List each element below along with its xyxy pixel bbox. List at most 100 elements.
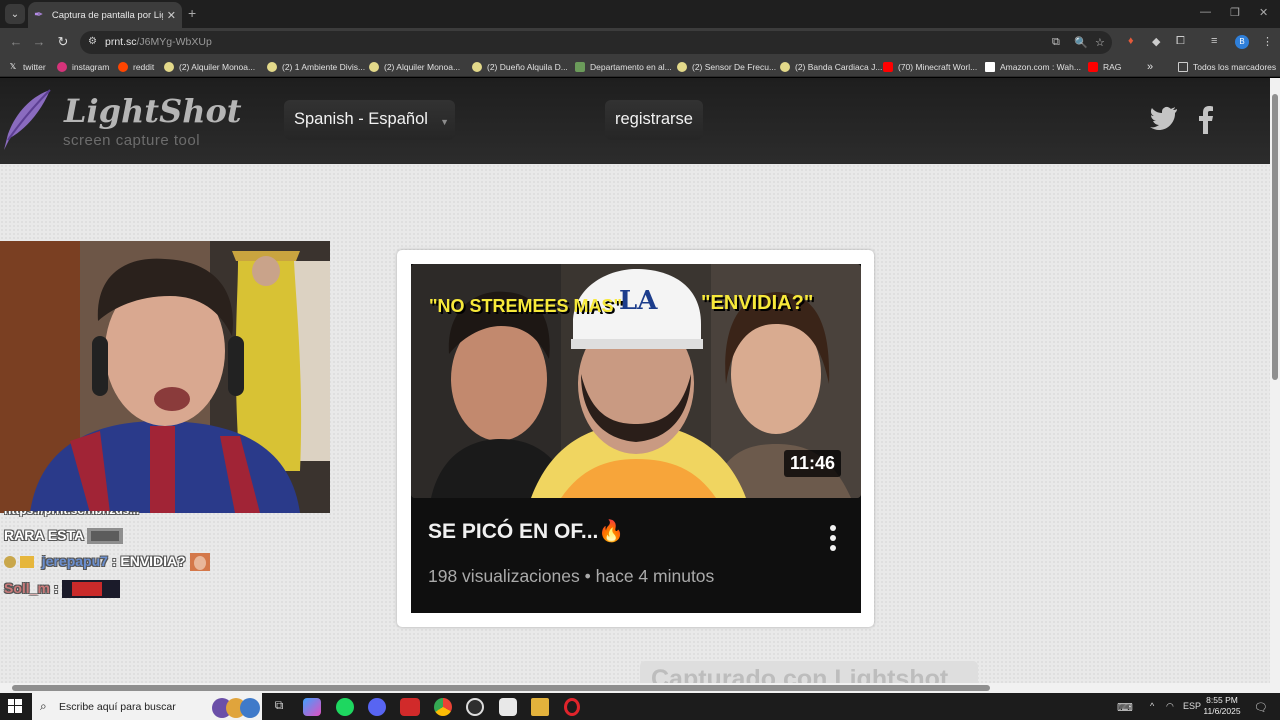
webcam-overlay: [0, 241, 330, 513]
scrollbar-thumb[interactable]: [1272, 94, 1278, 380]
discord-icon[interactable]: [368, 698, 386, 716]
bookmark-alquiler-2[interactable]: (2) Alquiler Monoa...: [369, 60, 460, 74]
windows-start-icon[interactable]: [8, 699, 22, 713]
screenshot-card[interactable]: LA "NO STREMEES MAS" "ENVIDIA?" 11:46 SE…: [397, 250, 874, 627]
taskbar-search[interactable]: ⌕ Escribe aquí para buscar: [32, 693, 262, 720]
crown-badge-icon: [19, 556, 34, 569]
chat-username[interactable]: jerepapu7: [42, 553, 108, 569]
bookmark-sensor[interactable]: (2) Sensor De Frecu...: [677, 60, 776, 74]
chat-message: RARA ESTA: [4, 527, 124, 545]
bookmark-rag[interactable]: RAG: [1088, 60, 1121, 74]
bookmark-banda[interactable]: (2) Banda Cardiaca J...: [780, 60, 882, 74]
url-text[interactable]: prnt.sc/J6MYg-WbXUp: [105, 36, 212, 48]
video-title[interactable]: SE PICÓ EN OF...🔥: [428, 520, 625, 544]
bookmark-amazon[interactable]: Amazon.com : Wah...: [985, 60, 1081, 74]
all-bookmarks[interactable]: Todos los marcadores: [1178, 60, 1276, 74]
new-tab-icon[interactable]: +: [188, 5, 196, 21]
chevron-down-icon: ▼: [440, 117, 449, 127]
logo-subtitle: screen capture tool: [63, 132, 201, 149]
reddit-icon: [118, 62, 128, 72]
bookmark-minecraft[interactable]: (70) Minecraft Worl...: [883, 60, 977, 74]
extension-icon[interactable]: ◆: [1152, 35, 1160, 48]
copilot-icon[interactable]: [303, 698, 321, 716]
language-indicator[interactable]: ESP: [1183, 701, 1201, 711]
file-explorer-icon[interactable]: [531, 698, 549, 716]
system-clock[interactable]: 8:55 PM 11/6/2025: [1200, 695, 1244, 717]
browser-toolbar: ← → ↻ ⚙ prnt.sc/J6MYg-WbXUp ⧉ 🔍 ☆ ♦ ◆ ⧠ …: [0, 28, 1280, 57]
zoom-icon[interactable]: 🔍: [1074, 36, 1088, 49]
minimize-icon[interactable]: —: [1200, 6, 1211, 18]
facebook-icon[interactable]: [1198, 106, 1214, 134]
lightshot-favicon-icon: ✒: [34, 9, 44, 21]
windows-taskbar: ⌕ Escribe aquí para buscar ⧉ ⌨ ^ ◠ ESP 8…: [0, 693, 1280, 720]
register-button[interactable]: registrarse: [605, 100, 703, 140]
language-select[interactable]: Spanish - Español ▼: [284, 100, 455, 140]
tab-strip: ⌄ ✒ Captura de pantalla por Lightsh ✕ + …: [0, 0, 1280, 28]
extensions-puzzle-icon[interactable]: ⧠: [1176, 35, 1185, 48]
extension-fox-icon[interactable]: ♦: [1128, 35, 1134, 47]
marketplace-icon: [267, 62, 277, 72]
clock-time: 8:55 PM: [1206, 695, 1238, 705]
horizontal-scrollbar[interactable]: [0, 683, 1280, 693]
vertical-scrollbar[interactable]: [1270, 78, 1280, 683]
bookmark-instagram[interactable]: instagram: [57, 60, 109, 74]
tray-overflow-icon[interactable]: ^: [1150, 701, 1154, 711]
lightshot-header: LightShot screen capture tool Spanish - …: [0, 78, 1270, 164]
media-control-icon[interactable]: ≡: [1211, 35, 1217, 47]
close-window-icon[interactable]: ✕: [1259, 6, 1268, 19]
spotify-icon[interactable]: [336, 698, 354, 716]
network-icon[interactable]: ◠: [1166, 701, 1174, 712]
menu-dots-icon[interactable]: ⋮: [1262, 35, 1273, 48]
chat-username[interactable]: Soll_m: [4, 580, 50, 596]
opera-icon[interactable]: [564, 698, 580, 716]
notifications-icon[interactable]: 🗨: [1254, 701, 1268, 714]
scrollbar-thumb[interactable]: [12, 685, 990, 691]
instagram-icon: [57, 62, 67, 72]
install-app-icon[interactable]: ⧉: [1052, 36, 1060, 49]
chat-message: jerepapu7 : ENVIDIA?: [4, 553, 210, 572]
chrome-icon[interactable]: [434, 698, 452, 716]
page-viewport: LightShot screen capture tool Spanish - …: [0, 78, 1270, 683]
reload-icon[interactable]: ↻: [55, 34, 71, 50]
video-meta: 198 visualizaciones • hace 4 minutos: [428, 566, 715, 586]
task-view-icon[interactable]: ⧉: [270, 698, 288, 716]
webcam-image: [0, 241, 330, 513]
bookmark-star-icon[interactable]: ☆: [1095, 36, 1105, 49]
bookmark-reddit[interactable]: reddit: [118, 60, 154, 74]
video-app-icon[interactable]: [400, 698, 420, 716]
chat-image-thumbnail: [62, 580, 121, 599]
bookmark-twitter[interactable]: 𝕏twitter: [8, 60, 46, 74]
marketplace-icon: [369, 62, 379, 72]
capcut-icon[interactable]: [499, 698, 517, 716]
more-options-icon[interactable]: [829, 524, 837, 552]
amazon-icon: [985, 62, 995, 72]
close-tab-icon[interactable]: ✕: [167, 9, 176, 22]
profile-avatar[interactable]: B: [1235, 35, 1249, 49]
video-thumbnail[interactable]: LA "NO STREMEES MAS" "ENVIDIA?" 11:46: [411, 264, 861, 498]
restore-icon[interactable]: ❐: [1230, 6, 1240, 19]
twitter-icon[interactable]: [1150, 106, 1178, 130]
search-highlight-icon: [212, 698, 260, 718]
address-bar[interactable]: ⚙ prnt.sc/J6MYg-WbXUp ⧉ 🔍 ☆: [80, 31, 1112, 54]
tab-search-button[interactable]: ⌄: [5, 4, 25, 24]
marketplace-icon: [677, 62, 687, 72]
bookmark-ambiente[interactable]: (2) 1 Ambiente Divis...: [267, 60, 365, 74]
chat-message-text: : ENVIDIA?: [111, 553, 186, 569]
tab-title: Captura de pantalla por Lightsh: [51, 9, 163, 21]
keyboard-icon[interactable]: ⌨: [1117, 701, 1133, 714]
logo-title[interactable]: LightShot: [64, 92, 242, 130]
youtube-video-card[interactable]: LA "NO STREMEES MAS" "ENVIDIA?" 11:46 SE…: [411, 264, 861, 613]
bookmark-departamento[interactable]: Departamento en al...: [575, 60, 672, 74]
forward-icon[interactable]: →: [31, 34, 47, 50]
bookmark-alquiler-1[interactable]: (2) Alquiler Monoa...: [164, 60, 255, 74]
badge-icon: [4, 556, 16, 569]
active-tab[interactable]: ✒ Captura de pantalla por Lightsh ✕: [28, 2, 182, 28]
back-icon[interactable]: ←: [8, 34, 24, 50]
site-info-icon[interactable]: ⚙: [88, 36, 97, 47]
captured-with-lightshot-label: Capturado con Lightshot: [640, 661, 978, 683]
bookmarks-overflow-icon[interactable]: »: [1147, 60, 1153, 74]
obs-icon[interactable]: [466, 698, 484, 716]
stream-chat: https://prnt.sc/nbhzds... RARA ESTA jere…: [0, 511, 330, 603]
bookmark-dueno[interactable]: (2) Dueño Alquila D...: [472, 60, 568, 74]
video-duration: 11:46: [783, 450, 841, 477]
